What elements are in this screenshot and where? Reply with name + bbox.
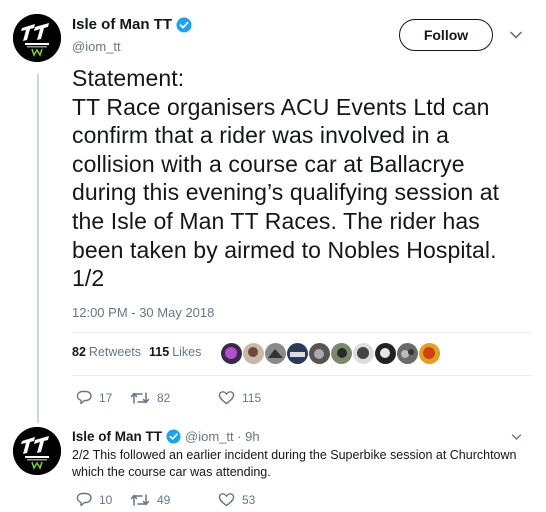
author-handle[interactable]: @iom_tt xyxy=(72,39,192,54)
retweets-stat[interactable]: 82 Retweets xyxy=(72,345,141,359)
reply-author-name[interactable]: Isle of Man TT xyxy=(72,429,162,444)
thread-connector-line xyxy=(37,74,39,423)
liker-avatar[interactable] xyxy=(375,343,396,364)
liker-avatar[interactable] xyxy=(221,343,242,364)
speech-bubble-icon xyxy=(76,390,92,405)
liker-avatars xyxy=(221,343,440,364)
retweet-action[interactable]: 49 xyxy=(130,493,218,507)
follow-button[interactable]: Follow xyxy=(399,19,493,51)
retweets-count: 82 xyxy=(72,345,86,359)
tt-logo-icon xyxy=(13,427,61,475)
divider xyxy=(72,375,532,376)
retweet-count: 49 xyxy=(157,492,171,507)
like-action[interactable]: 115 xyxy=(218,390,261,405)
author-name-text[interactable]: Isle of Man TT xyxy=(72,16,172,33)
reply-count: 17 xyxy=(99,390,113,405)
liker-avatar[interactable] xyxy=(243,343,264,364)
engagement-stats: 82 Retweets 115 Likes xyxy=(72,345,201,359)
retweet-arrows-icon xyxy=(130,391,150,404)
verified-badge-icon xyxy=(166,429,181,444)
reply-header: Isle of Man TT @iom_tt · 9h xyxy=(72,429,260,444)
chevron-down-icon[interactable] xyxy=(509,30,523,40)
liker-avatar[interactable] xyxy=(331,343,352,364)
author-name[interactable]: Isle of Man TT xyxy=(72,16,192,33)
avatar[interactable] xyxy=(13,14,61,62)
reply-text: 2/2 This followed an earlier incident du… xyxy=(72,448,517,479)
retweet-arrows-icon xyxy=(130,493,150,506)
tweet-text: Statement: TT Race organisers ACU Events… xyxy=(72,65,500,292)
likes-count: 115 xyxy=(149,345,170,359)
reply-action[interactable]: 17 xyxy=(76,390,130,405)
heart-icon xyxy=(218,391,235,405)
retweet-action[interactable]: 82 xyxy=(130,391,218,405)
liker-avatar[interactable] xyxy=(419,343,440,364)
speech-bubble-icon xyxy=(76,492,92,507)
like-count: 53 xyxy=(242,492,256,507)
reply-action[interactable]: 10 xyxy=(76,492,130,507)
liker-avatar[interactable] xyxy=(353,343,374,364)
tweet-timestamp[interactable]: 12:00 PM - 30 May 2018 xyxy=(72,305,214,320)
tt-logo-icon xyxy=(13,14,61,62)
liker-avatar[interactable] xyxy=(309,343,330,364)
liker-avatar[interactable] xyxy=(287,343,308,364)
like-count: 115 xyxy=(242,390,262,405)
retweets-label: Retweets xyxy=(88,345,142,359)
likes-stat[interactable]: 115 Likes xyxy=(149,345,201,359)
divider xyxy=(72,332,532,333)
reply-actions: 10 49 53 xyxy=(76,492,255,507)
avatar[interactable] xyxy=(13,427,61,475)
reply-count: 10 xyxy=(99,492,113,507)
like-action[interactable]: 53 xyxy=(218,492,255,507)
tweet-actions: 17 82 115 xyxy=(76,390,261,405)
likes-label: Likes xyxy=(172,345,202,359)
reply-meta[interactable]: @iom_tt · 9h xyxy=(185,429,260,444)
chevron-down-icon[interactable] xyxy=(511,433,522,441)
author-block: Isle of Man TT @iom_tt xyxy=(72,16,192,54)
retweet-count: 82 xyxy=(157,390,171,405)
liker-avatar[interactable] xyxy=(265,343,286,364)
verified-badge-icon xyxy=(176,17,192,32)
liker-avatar[interactable] xyxy=(397,343,418,364)
heart-icon xyxy=(218,493,235,507)
